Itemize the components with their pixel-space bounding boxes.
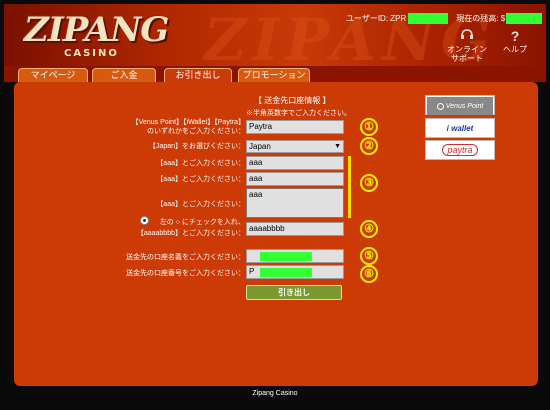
aaa-input-2[interactable]: aaa (246, 172, 344, 186)
radio-label-line2: 【aaaabbbb】とご入力ください： (136, 230, 245, 237)
tab-deposit[interactable]: ご入金 (92, 68, 156, 82)
group-indicator-bar (348, 156, 351, 218)
support-headset-icon (461, 29, 473, 39)
marker-2: ② (360, 137, 378, 155)
site-header: ZIPANG ZIPANG CASINO ユーザーID: ZPR 現在の残高: … (4, 4, 546, 66)
wallet-label-line1: 【Venus Point】【iWallet】【Paytra】 (131, 119, 245, 126)
tab-bar: マイページ ご入金 お引き出し プロモーション (4, 66, 546, 82)
radio-button[interactable] (140, 216, 149, 225)
aaa-input-1[interactable]: aaa (246, 156, 344, 170)
aaa-textarea[interactable]: aaa (246, 188, 344, 218)
zipang-casino-logo[interactable]: ZIPANG CASINO (24, 10, 169, 62)
account-number-input[interactable]: P (246, 265, 344, 279)
aaa-label-2: 【aaa】とご入力ください： (156, 176, 245, 183)
account-name-redaction (260, 252, 312, 261)
logo-main-text: ZIPANG (24, 10, 169, 50)
aaa-label-1: 【aaa】とご入力ください： (156, 160, 245, 167)
balance-redaction (506, 12, 543, 24)
radio-label-line1: 左の ○ にチェックを入れ、 (159, 219, 245, 226)
section-title: 【 送金先口座情報 】 (254, 96, 331, 105)
window-frame: ZIPANG ZIPANG CASINO ユーザーID: ZPR 現在の残高: … (0, 0, 550, 410)
support-label: オンライン サポート (447, 45, 487, 63)
help-question-icon: ? (510, 28, 520, 44)
marker-6: ⑥ (360, 265, 378, 283)
account-name-input[interactable] (246, 249, 344, 263)
account-name-label: 送金先の口座名義をご入力ください： (126, 254, 245, 261)
withdraw-submit-button[interactable]: 引き出し (246, 285, 342, 300)
marker-3: ③ (360, 174, 378, 192)
account-number-prefix: P (249, 267, 255, 276)
marker-1: ① (360, 118, 378, 136)
balance-label: 現在の残高: $ (456, 13, 506, 23)
paytra-logo: paytra (425, 140, 495, 160)
radio-dot (143, 219, 146, 222)
user-id-redaction (408, 12, 449, 24)
wallet-input[interactable]: Paytra (246, 120, 344, 134)
account-number-redaction (260, 268, 312, 277)
marker-5: ⑤ (360, 247, 378, 265)
aaa-label-3: 【aaa】とご入力ください： (156, 201, 245, 208)
logo-sub-text: CASINO (64, 48, 119, 59)
footer-text: Zipang Casino (252, 390, 298, 397)
tab-mypage[interactable]: マイページ (18, 68, 88, 82)
user-info: ユーザーID: ZPR 現在の残高: $ (346, 11, 543, 25)
iwallet-text: i wallet (446, 123, 474, 133)
half-width-note: ※半角英数字でご入力ください。 (246, 110, 351, 117)
country-label: 【Japan】をお選びください： (148, 143, 245, 150)
online-support-button[interactable]: オンライン サポート (444, 28, 490, 63)
wallet-label-line2: のいずれかをご入力ください： (147, 128, 245, 135)
marker-4: ④ (360, 220, 378, 238)
aaaabbbb-input[interactable]: aaaabbbb (246, 222, 344, 236)
venus-point-text: Venus Point (445, 102, 484, 110)
iwallet-logo: i wallet (425, 118, 495, 138)
paytra-text: paytra (442, 144, 478, 156)
user-id-label: ユーザーID: ZPR (346, 13, 407, 23)
country-selected-value: Japan (249, 141, 271, 151)
help-button[interactable]: ? ヘルプ (500, 28, 530, 60)
chevron-down-icon: ▼ (334, 142, 341, 150)
tab-withdraw[interactable]: お引き出し (164, 68, 232, 82)
account-number-label: 送金先の口座番号をご入力ください： (126, 270, 245, 277)
help-label: ヘルプ (503, 45, 527, 54)
venus-point-logo: Venus Point (425, 95, 495, 115)
country-select[interactable]: Japan ▼ (246, 140, 344, 153)
tab-promotion[interactable]: プロモーション (238, 68, 310, 82)
